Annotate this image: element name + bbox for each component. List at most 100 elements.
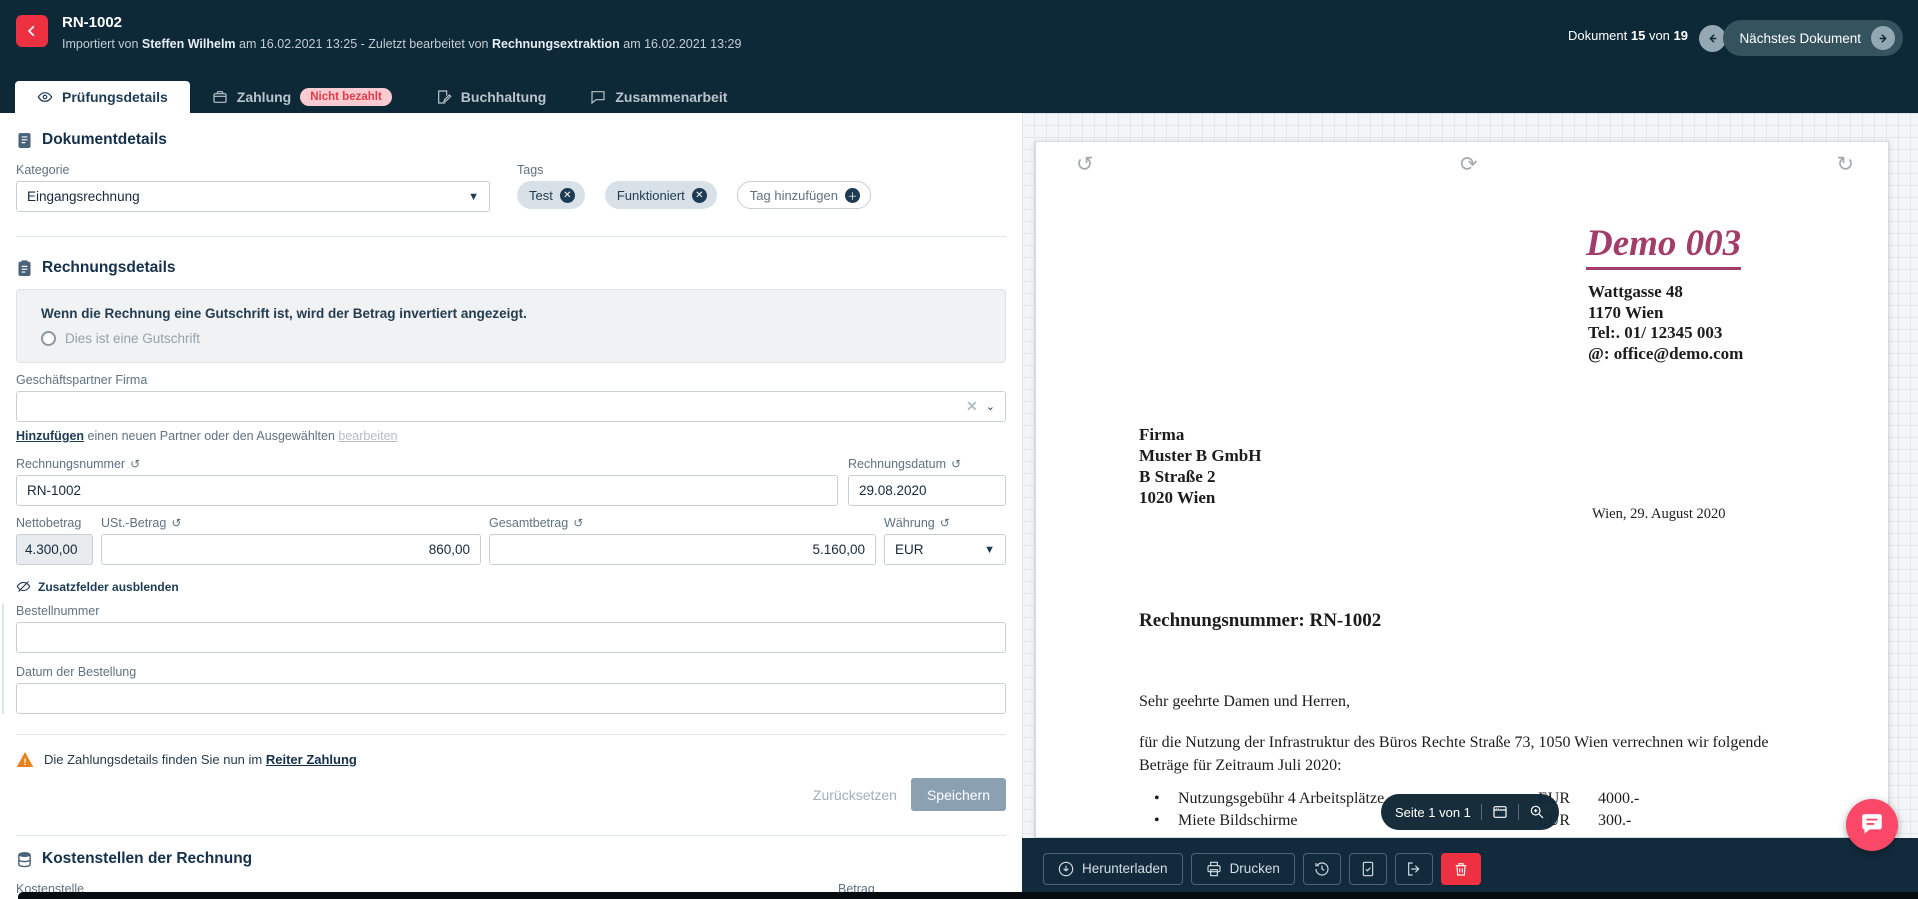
history-clock-icon — [1314, 861, 1330, 877]
add-tag-button[interactable]: Tag hinzufügen ＋ — [737, 181, 871, 209]
toggle-extra-fields[interactable]: Zusatzfelder ausblenden — [16, 579, 1006, 594]
import-subtitle: Importiert von Steffen Wilhelm am 16.02.… — [62, 37, 741, 51]
section-rechnungsdetails: Rechnungsdetails — [16, 259, 1006, 277]
net-amount-value: 4.300,00 — [16, 534, 93, 565]
tab-zahlung[interactable]: Zahlung Nicht bezahlt — [190, 81, 414, 113]
rotate-right-icon[interactable]: ↻ — [1836, 154, 1854, 175]
item-amount: 300.- — [1598, 812, 1631, 830]
history-icon[interactable]: ↺ — [940, 516, 950, 530]
document-icon — [16, 132, 33, 149]
currency-select[interactable]: EUR ▼ — [884, 534, 1006, 565]
tab-label: Buchhaltung — [461, 89, 547, 105]
version-history-button[interactable] — [1303, 853, 1341, 885]
recipient-address-line: 1020 Wien — [1139, 488, 1261, 509]
kategorie-select[interactable]: Eingangsrechnung ▼ — [16, 181, 490, 212]
delete-button[interactable] — [1441, 853, 1481, 885]
extra-fields-group: Bestellnummer Datum der Bestellung — [2, 604, 1006, 714]
invoice-number-label: Rechnungsnummer↺ — [16, 457, 838, 471]
add-partner-link[interactable]: Hinzufügen — [16, 429, 84, 443]
vat-amount-input[interactable] — [101, 534, 481, 565]
chevron-down-icon: ▼ — [984, 544, 995, 556]
imported-by: Steffen Wilhelm — [142, 37, 236, 51]
credit-note-radio-label: Dies ist eine Gutschrift — [65, 331, 200, 346]
tag-label: Funktioniert — [617, 188, 685, 203]
document-check-button[interactable] — [1349, 853, 1387, 885]
unpaid-badge: Nicht bezahlt — [300, 88, 392, 106]
chat-icon — [590, 89, 606, 105]
save-button[interactable]: Speichern — [911, 778, 1006, 811]
next-document-button[interactable]: Nächstes Dokument — [1723, 20, 1903, 56]
download-icon — [1058, 861, 1074, 877]
zoom-in-icon[interactable] — [1529, 804, 1545, 820]
divider — [1481, 804, 1482, 820]
svg-text:!: ! — [24, 757, 27, 767]
clipboard-icon — [16, 260, 33, 277]
preview-toolbar: Herunterladen Drucken — [1022, 838, 1918, 899]
invoice-number-input[interactable] — [16, 475, 838, 506]
vendor-address-line: Wattgasse 48 — [1588, 282, 1743, 303]
history-icon[interactable]: ↺ — [951, 457, 961, 471]
reset-button[interactable]: Zurücksetzen — [813, 787, 897, 803]
document-date-line: Wien, 29. August 2020 — [1592, 506, 1726, 523]
reiter-zahlung-link[interactable]: Reiter Zahlung — [266, 752, 357, 767]
chat-bubble-icon — [1859, 812, 1885, 838]
fit-window-icon[interactable] — [1492, 804, 1508, 820]
tag-funktioniert[interactable]: Funktioniert ✕ — [605, 181, 717, 209]
gross-amount-label: Gesamtbetrag↺ — [489, 516, 876, 530]
partner-select[interactable]: ✕ ⌄ — [16, 391, 1006, 422]
order-date-input[interactable] — [16, 683, 1006, 714]
currency-value: EUR — [895, 542, 976, 557]
document-edit-icon — [436, 89, 452, 105]
edited-suffix: am 16.02.2021 13:29 — [620, 37, 742, 51]
arrow-right-icon — [1871, 26, 1895, 50]
chat-widget-button[interactable] — [1846, 799, 1898, 851]
section-dokumentdetails: Dokumentdetails — [16, 131, 1006, 149]
history-icon[interactable]: ↺ — [573, 516, 583, 530]
section-heading: Dokumentdetails — [42, 131, 167, 149]
vendor-address-line: @: office@demo.com — [1588, 344, 1743, 365]
download-button[interactable]: Herunterladen — [1043, 853, 1183, 885]
item-amount: 4000.- — [1598, 790, 1639, 808]
bullet: • — [1154, 790, 1178, 808]
tab-pruefungsdetails[interactable]: Prüfungsdetails — [15, 81, 190, 113]
eye-off-icon — [16, 579, 31, 594]
previous-document-button[interactable] — [1699, 25, 1726, 52]
counter-total: 19 — [1674, 28, 1688, 43]
invoice-date-input[interactable] — [848, 475, 1006, 506]
credit-note-infobox: Wenn die Rechnung eine Gutschrift ist, w… — [16, 289, 1006, 363]
tag-test[interactable]: Test ✕ — [517, 181, 585, 209]
order-number-input[interactable] — [16, 622, 1006, 653]
page-indicator-text: Seite 1 von 1 — [1395, 805, 1471, 820]
chevron-left-icon — [25, 24, 39, 38]
eye-icon — [37, 89, 53, 105]
history-icon[interactable]: ↺ — [130, 457, 140, 471]
counter-current: 15 — [1631, 28, 1645, 43]
export-button[interactable] — [1395, 853, 1433, 885]
rotate-180-icon[interactable]: ⟳ — [1460, 154, 1478, 175]
section-heading: Rechnungsdetails — [42, 259, 176, 277]
edit-partner-link[interactable]: bearbeiten — [338, 429, 397, 443]
credit-note-radio[interactable] — [41, 331, 56, 346]
invoice-date-label: Rechnungsdatum↺ — [848, 457, 1006, 471]
remove-tag-icon[interactable]: ✕ — [560, 188, 575, 203]
invoice-page: ↺ ⟳ ↻ Demo 003 Wattgasse 48 1170 Wien Te… — [1035, 141, 1889, 838]
history-icon[interactable]: ↺ — [171, 516, 181, 530]
currency-label: Währung↺ — [884, 516, 1006, 530]
invoice-review-app: RN-1002 Importiert von Steffen Wilhelm a… — [0, 0, 1918, 899]
print-label: Drucken — [1230, 861, 1280, 876]
remove-tag-icon[interactable]: ✕ — [692, 188, 707, 203]
document-invoice-number: Rechnungsnummer: RN-1002 — [1139, 610, 1381, 632]
tab-label: Prüfungsdetails — [62, 89, 168, 105]
rotate-left-icon[interactable]: ↺ — [1076, 154, 1094, 175]
clear-icon[interactable]: ✕ — [966, 398, 978, 415]
print-button[interactable]: Drucken — [1191, 853, 1295, 885]
gross-amount-input[interactable] — [489, 534, 876, 565]
tab-zusammenarbeit[interactable]: Zusammenarbeit — [568, 81, 749, 113]
imported-prefix: Importiert von — [62, 37, 142, 51]
tab-buchhaltung[interactable]: Buchhaltung — [414, 81, 569, 113]
payment-note: ! Die Zahlungsdetails finden Sie nun im … — [16, 751, 1006, 768]
back-button[interactable] — [16, 15, 48, 47]
order-date-label: Datum der Bestellung — [16, 665, 1006, 679]
section-heading: Kostenstellen der Rechnung — [42, 850, 252, 868]
toggle-extra-fields-label: Zusatzfelder ausblenden — [38, 580, 179, 594]
